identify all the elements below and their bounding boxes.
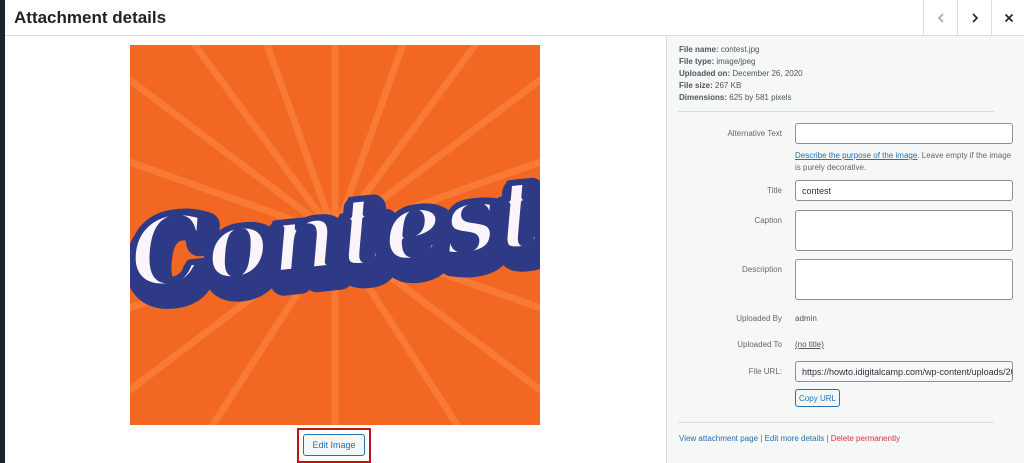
view-attachment-page-link[interactable]: View attachment page (679, 434, 758, 443)
title-label: Title (767, 186, 782, 195)
action-separator: | (826, 434, 829, 443)
uploaded-on-row: Uploaded on: December 26, 2020 (679, 69, 803, 78)
attachment-actions: View attachment page | Edit more details… (679, 434, 900, 443)
attachment-sidebar: File name: contest.jpg File type: image/… (666, 36, 1024, 463)
uploaded-on-value: December 26, 2020 (732, 69, 803, 78)
divider (678, 422, 994, 423)
caption-textarea[interactable] (795, 210, 1013, 251)
file-type-value: image/jpeg (716, 57, 756, 66)
description-textarea[interactable] (795, 259, 1013, 300)
close-icon (1004, 13, 1013, 22)
uploaded-by-value: admin (795, 314, 817, 323)
chevron-right-icon (971, 12, 978, 23)
close-modal-button[interactable] (991, 0, 1024, 35)
file-type-row: File type: image/jpeg (679, 57, 756, 66)
modal-header: Attachment details (5, 0, 1024, 36)
modal-title: Attachment details (14, 8, 167, 27)
dimensions-row: Dimensions: 625 by 581 pixels (679, 93, 792, 102)
edit-image-button[interactable]: Edit Image (303, 434, 365, 456)
file-name-row: File name: contest.jpg (679, 45, 760, 54)
chevron-left-icon (937, 12, 944, 23)
file-url-input[interactable]: https://howto.idigitalcamp.com/wp-conten… (795, 361, 1013, 382)
file-size-row: File size: 267 KB (679, 81, 742, 90)
file-size-value: 267 KB (715, 81, 742, 90)
copy-url-button[interactable]: Copy URL (795, 389, 840, 407)
file-info: File name: contest.jpg File type: image/… (679, 44, 803, 104)
file-name-value: contest.jpg (720, 45, 760, 54)
next-attachment-button[interactable] (957, 0, 991, 35)
uploaded-to-label: Uploaded To (737, 340, 782, 349)
previous-attachment-button[interactable] (923, 0, 957, 35)
uploaded-to-link[interactable]: (no title) (795, 340, 824, 349)
delete-permanently-link[interactable]: Delete permanently (831, 434, 900, 443)
attachment-image: Contest Contest (130, 45, 540, 425)
file-url-label: File URL: (748, 367, 782, 376)
alt-text-label: Alternative Text (727, 129, 782, 138)
dimensions-value: 625 by 581 pixels (729, 93, 792, 102)
divider (678, 111, 994, 112)
description-label: Description (741, 265, 782, 274)
uploaded-by-label: Uploaded By (736, 314, 782, 323)
attachment-details-modal: Attachment details Contest Contest Edit … (5, 0, 1024, 463)
alt-text-help-link[interactable]: Describe the purpose of the image (795, 151, 917, 160)
alt-text-input[interactable] (795, 123, 1013, 144)
edit-more-details-link[interactable]: Edit more details (765, 434, 825, 443)
caption-label: Caption (754, 216, 782, 225)
action-separator: | (760, 434, 763, 443)
alt-text-help: Describe the purpose of the image. Leave… (795, 151, 1012, 172)
attachment-preview: Contest Contest Edit Image (5, 36, 666, 463)
title-input[interactable]: contest (795, 180, 1013, 201)
